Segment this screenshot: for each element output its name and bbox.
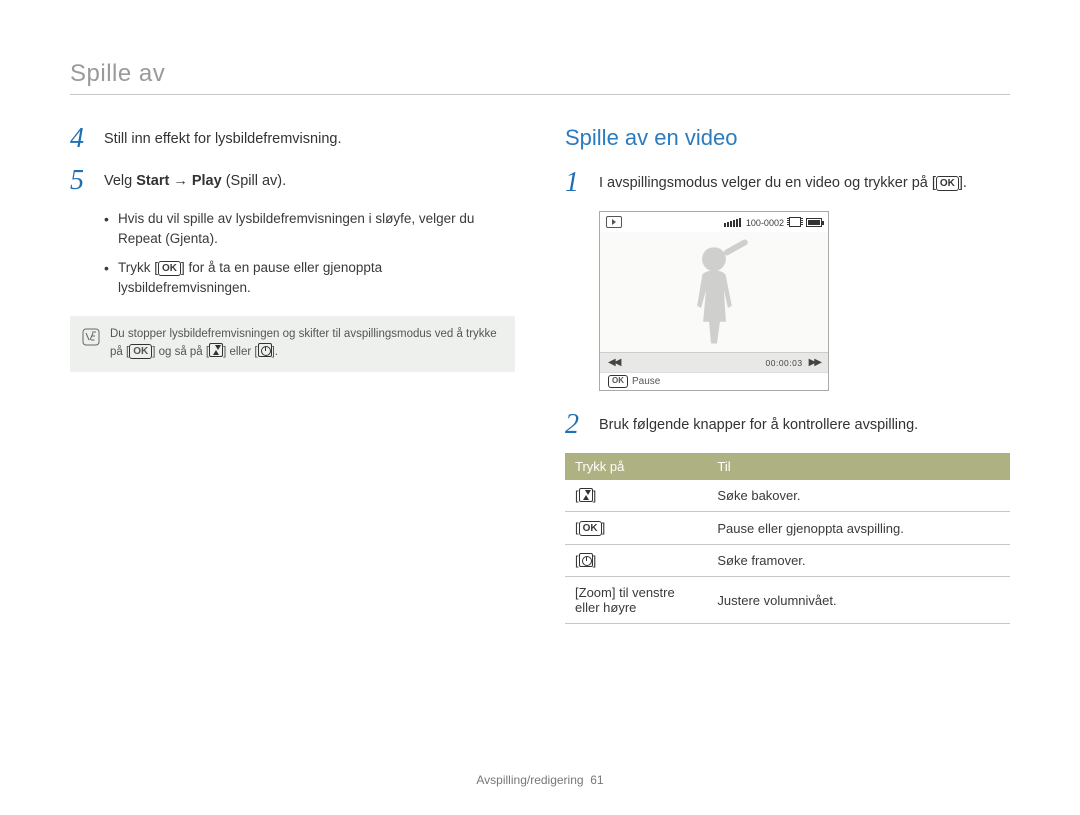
forward-icon: ▶▶ [809,357,820,368]
video-mode-icon [606,216,622,228]
preview-image [600,232,828,352]
battery-icon [806,218,822,227]
bold-play: Play [192,173,222,189]
note-box: Du stopper lysbildefremvisningen og skif… [70,316,515,372]
bullet-item: Hvis du vil spille av lysbildefremvisnin… [104,209,515,250]
video-preview: 100-0002 ◀◀ 00:00:03 ▶▶ [599,211,829,391]
step-5: 5 Velg Start → Play (Spill av). [70,167,515,195]
flash-key-icon [209,343,223,357]
note-text: Du stopper lysbildefremvisningen og skif… [110,326,503,362]
step-number: 2 [565,411,585,439]
step-number: 5 [70,167,90,195]
ok-icon: OK [936,176,959,191]
timer-key-icon [579,553,593,567]
bold-start: Start [136,173,169,189]
note-icon [82,328,100,346]
page-section-header: Spille av [70,60,1010,88]
table-row: [OK] Pause eller gjenoppta avspilling. [565,512,1010,545]
controls-table: Trykk på Til [] Søke bakover. [OK] Pause… [565,453,1010,624]
cell-key: [Zoom] til venstre eller høyre [565,577,707,624]
cell-key: [] [565,480,707,512]
right-column: Spille av en video 1 I avspillingsmodus … [565,125,1010,624]
cell-action: Pause eller gjenoppta avspilling. [707,512,1010,545]
text: Trykk [ [118,260,158,275]
cell-key: [] [565,545,707,577]
step-1: 1 I avspillingsmodus velger du en video … [565,169,1010,197]
text: ]. [272,346,278,358]
cell-action: Søke framover. [707,545,1010,577]
ok-icon: OK [158,261,181,276]
step-text: Velg Start → Play (Spill av). [104,167,286,193]
cell-action: Justere volumnivået. [707,577,1010,624]
step-number: 1 [565,169,585,197]
preview-transport-bar: ◀◀ 00:00:03 ▶▶ [600,352,828,372]
footer-label: Avspilling/redigering [476,773,583,787]
pause-label: Pause [632,376,660,387]
col-to: Til [707,453,1010,480]
bold-repeat: Repeat [118,231,162,246]
film-icon [789,217,801,227]
timecode: 00:00:03 [766,358,803,368]
col-press: Trykk på [565,453,707,480]
step5-bullets: Hvis du vil spille av lysbildefremvisnin… [70,209,515,298]
text: ] eller [ [223,346,258,358]
arrow: → [169,173,192,189]
text: (Gjenta). [162,231,218,246]
step-4: 4 Still inn effekt for lysbildefremvisni… [70,125,515,153]
text: Velg [104,173,136,189]
left-column: 4 Still inn effekt for lysbildefremvisni… [70,125,515,624]
table-header-row: Trykk på Til [565,453,1010,480]
frame-counter: 100-0002 [746,218,784,228]
step-text: Bruk følgende knapper for å kontrollere … [599,411,918,437]
step-2: 2 Bruk følgende knapper for å kontroller… [565,411,1010,439]
text: (Spill av). [222,173,286,189]
preview-footer: OK Pause [600,372,828,390]
table-row: [] Søke framover. [565,545,1010,577]
text: ]. [959,175,967,191]
text: Hvis du vil spille av lysbildefremvisnin… [118,211,474,226]
ok-icon: OK [129,344,152,359]
page-footer: Avspilling/redigering 61 [0,773,1080,787]
table-row: [] Søke bakover. [565,480,1010,512]
zoom-label: Zoom [579,585,612,600]
cell-key: [OK] [565,512,707,545]
ok-icon: OK [579,521,602,536]
ok-icon: OK [608,375,628,387]
step-text: I avspillingsmodus velger du en video og… [599,169,967,195]
step-text: Still inn effekt for lysbildefremvisning… [104,125,341,151]
timer-key-icon [258,343,272,357]
status-right: 100-0002 [724,217,822,228]
table-row: [Zoom] til venstre eller høyre Justere v… [565,577,1010,624]
flash-key-icon [579,488,593,502]
section-heading: Spille av en video [565,125,1010,151]
header-rule [70,94,1010,95]
text: I avspillingsmodus velger du en video og… [599,175,936,191]
bullet-item: Trykk [OK] for å ta en pause eller gjeno… [104,258,515,299]
signal-icon [724,218,741,227]
cell-action: Søke bakover. [707,480,1010,512]
rewind-icon: ◀◀ [608,357,619,368]
step-number: 4 [70,125,90,153]
preview-status-bar: 100-0002 [600,212,828,232]
text: ] og så på [ [152,346,209,358]
page-number: 61 [590,773,603,787]
